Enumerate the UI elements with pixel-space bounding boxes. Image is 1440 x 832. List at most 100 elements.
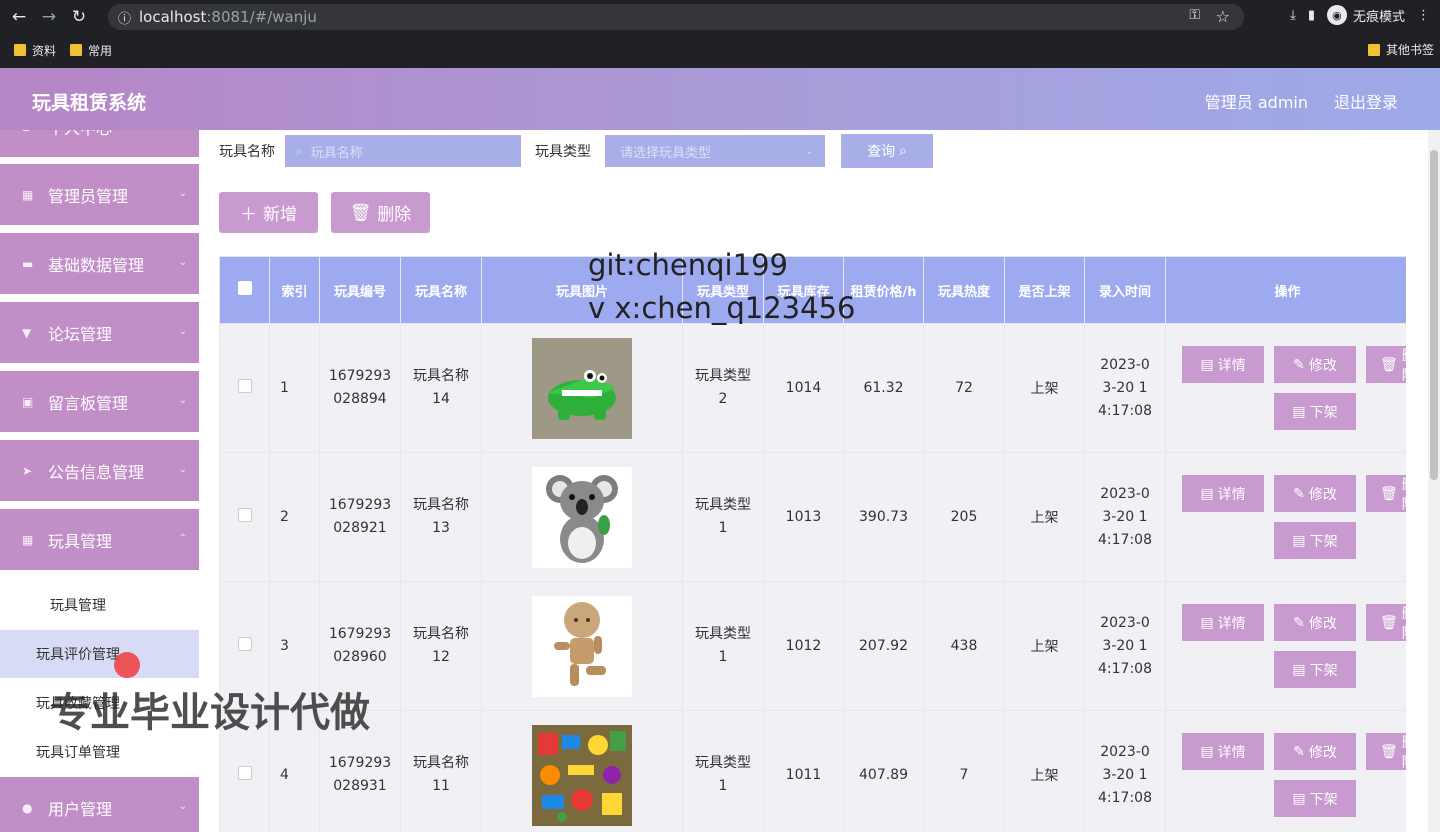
cell-name-text: 玩具名称13 bbox=[413, 497, 469, 536]
cursor-indicator bbox=[114, 652, 140, 678]
info-icon[interactable]: ⓘ bbox=[118, 8, 131, 27]
cell-heat: 7 bbox=[923, 710, 1005, 832]
sidebar-item-label: 管理员管理 bbox=[48, 186, 129, 206]
chevron-down-icon: ⌄ bbox=[178, 801, 187, 812]
toy-type-select[interactable]: 请选择玩具类型 ⌄ bbox=[605, 135, 825, 167]
remove-button[interactable]: 🗑删除 bbox=[1366, 346, 1406, 383]
row-checkbox[interactable] bbox=[237, 766, 252, 780]
remove-button[interactable]: 🗑删除 bbox=[1366, 604, 1406, 641]
pencil-icon: ✎ bbox=[1293, 614, 1305, 631]
edit-button-label: 修改 bbox=[1308, 615, 1337, 632]
offshelf-button[interactable]: ▤ 下架 bbox=[1274, 393, 1356, 430]
cell-ops: ▤详情 ✎修改 🗑删除 ▤下架 bbox=[1165, 452, 1406, 582]
cell-name-text: 玩具名称12 bbox=[413, 626, 469, 665]
toy-name-input[interactable]: ⌕ 玩具名称 bbox=[285, 135, 521, 167]
row-select-cell[interactable] bbox=[219, 323, 270, 453]
toy-thumbnail[interactable] bbox=[532, 337, 632, 439]
sidepanel-icon[interactable]: ▮ bbox=[1308, 8, 1315, 23]
offshelf-button[interactable]: ▤ 下架 bbox=[1274, 522, 1356, 559]
cell-type: 玩具类型1 bbox=[682, 452, 764, 582]
select-all-cell[interactable] bbox=[219, 256, 270, 324]
cell-image bbox=[481, 452, 683, 582]
edit-button-label: 修改 bbox=[1308, 486, 1337, 503]
sidebar-item-message-board[interactable]: ▣ 留言板管理 ⌄ bbox=[0, 371, 199, 435]
key-icon[interactable]: ⚿ bbox=[1189, 7, 1200, 23]
row-select-cell[interactable] bbox=[219, 452, 270, 582]
sidebar-sub-label: 玩具评价管理 bbox=[36, 647, 120, 663]
bookmark-label: 常用 bbox=[88, 43, 113, 58]
sidebar-item-label: 基础数据管理 bbox=[48, 255, 145, 275]
remove-button[interactable]: 🗑删除 bbox=[1366, 733, 1406, 770]
forward-arrow-icon[interactable]: → bbox=[38, 6, 60, 28]
document-icon: ▤ bbox=[1292, 790, 1306, 807]
remove-button-label: 删除 bbox=[1402, 606, 1406, 639]
chevron-down-icon: ⌄ bbox=[178, 188, 187, 199]
delete-button[interactable]: 🗑 删除 bbox=[331, 192, 430, 233]
cell-heat: 72 bbox=[923, 323, 1005, 453]
edit-button[interactable]: ✎ 修改 bbox=[1274, 733, 1356, 770]
cell-stock: 1013 bbox=[763, 452, 844, 582]
logout-link[interactable]: 退出登录 bbox=[1334, 89, 1398, 113]
detail-button[interactable]: ▤ 详情 bbox=[1182, 604, 1264, 641]
row-checkbox[interactable] bbox=[237, 379, 252, 393]
cell-time: 2023-03-20 14:17:08 bbox=[1084, 581, 1166, 711]
row-checkbox[interactable] bbox=[237, 637, 252, 651]
incognito-indicator[interactable]: ◉ 无痕模式 bbox=[1326, 5, 1405, 25]
scrollbar-thumb[interactable] bbox=[1430, 150, 1438, 480]
detail-button[interactable]: ▤ 详情 bbox=[1182, 733, 1264, 770]
document-icon: ▤ bbox=[1200, 485, 1214, 502]
cell-time: 2023-03-20 14:17:08 bbox=[1084, 323, 1166, 453]
add-button[interactable]: ＋ 新增 bbox=[219, 192, 318, 233]
query-button[interactable]: 查询 ⌕ bbox=[841, 134, 933, 168]
col-header: 玩具名称 bbox=[400, 256, 482, 324]
edit-button[interactable]: ✎ 修改 bbox=[1274, 475, 1356, 512]
toy-name-placeholder: 玩具名称 bbox=[310, 145, 363, 161]
page-scrollbar[interactable] bbox=[1428, 130, 1440, 832]
col-header: 录入时间 bbox=[1084, 256, 1166, 324]
trash-icon: 🗑 bbox=[1380, 614, 1398, 631]
sidebar-sub-toy-manage[interactable]: 玩具管理 bbox=[0, 581, 199, 629]
incognito-label: 无痕模式 bbox=[1352, 9, 1405, 25]
offshelf-button[interactable]: ▤ 下架 bbox=[1274, 651, 1356, 688]
sidebar-item-forum[interactable]: ▼ 论坛管理 ⌄ bbox=[0, 302, 199, 366]
other-bookmarks[interactable]: 其他书签 bbox=[1367, 41, 1434, 58]
offshelf-button[interactable]: ▤ 下架 bbox=[1274, 780, 1356, 817]
edit-button[interactable]: ✎ 修改 bbox=[1274, 346, 1356, 383]
sidebar-item-admin[interactable]: ▦ 管理员管理 ⌄ bbox=[0, 164, 199, 228]
download-icon[interactable]: ⤓ bbox=[1290, 8, 1296, 23]
sidebar-sub-toy-review[interactable]: 玩具评价管理 bbox=[0, 630, 199, 678]
browser-chrome: ← → ↻ ⓘ localhost:8081/#/wanju ⚿ ☆ ⤓ ▮ ◉… bbox=[0, 0, 1440, 68]
remove-button[interactable]: 🗑删除 bbox=[1366, 475, 1406, 512]
address-bar[interactable]: ⓘ localhost:8081/#/wanju ⚿ ☆ bbox=[108, 4, 1244, 30]
sidebar-item-user[interactable]: ● 用户管理 ⌄ bbox=[0, 777, 199, 832]
toy-thumbnail[interactable] bbox=[532, 466, 632, 568]
toy-thumbnail[interactable] bbox=[532, 595, 632, 697]
edit-button[interactable]: ✎ 修改 bbox=[1274, 604, 1356, 641]
row-checkbox[interactable] bbox=[237, 508, 252, 522]
star-icon[interactable]: ☆ bbox=[1216, 7, 1230, 26]
app-header: 玩具租赁系统 管理员 admin 退出登录 bbox=[0, 68, 1440, 130]
cell-type-text: 玩具类型1 bbox=[695, 626, 751, 665]
back-arrow-icon[interactable]: ← bbox=[8, 6, 30, 28]
select-all-checkbox[interactable] bbox=[237, 281, 252, 295]
sidebar-item-basic-data[interactable]: ▬ 基础数据管理 ⌄ bbox=[0, 233, 199, 297]
chevron-down-icon: ⌄ bbox=[178, 257, 187, 268]
cell-image bbox=[481, 323, 683, 453]
cell-image bbox=[481, 581, 683, 711]
sidebar-item-announcement[interactable]: ➤ 公告信息管理 ⌄ bbox=[0, 440, 199, 504]
detail-button[interactable]: ▤ 详情 bbox=[1182, 346, 1264, 383]
toy-thumbnail[interactable] bbox=[532, 724, 632, 826]
detail-button[interactable]: ▤ 详情 bbox=[1182, 475, 1264, 512]
reload-icon[interactable]: ↻ bbox=[68, 6, 90, 28]
sidebar-item-toy[interactable]: ▦ 玩具管理 ⌃ bbox=[0, 509, 199, 573]
current-user: 管理员 admin bbox=[1204, 93, 1308, 112]
bookmark-item[interactable]: 常用 bbox=[70, 42, 112, 59]
grid-icon: ▦ bbox=[22, 187, 34, 202]
grid-icon: ▦ bbox=[22, 532, 34, 547]
chevron-up-icon: ⌃ bbox=[178, 533, 187, 544]
menu-kebab-icon[interactable]: ⋮ bbox=[1417, 8, 1430, 23]
cell-type-text: 玩具类型1 bbox=[695, 497, 751, 536]
sidebar-item-profile[interactable]: ▪ 个人中心 bbox=[0, 130, 199, 160]
table-row: 4 1679293028931 玩具名称11 玩具类型1 1011 407.89 7 上架 20… bbox=[219, 710, 1406, 832]
bookmark-item[interactable]: 资料 bbox=[14, 42, 56, 59]
